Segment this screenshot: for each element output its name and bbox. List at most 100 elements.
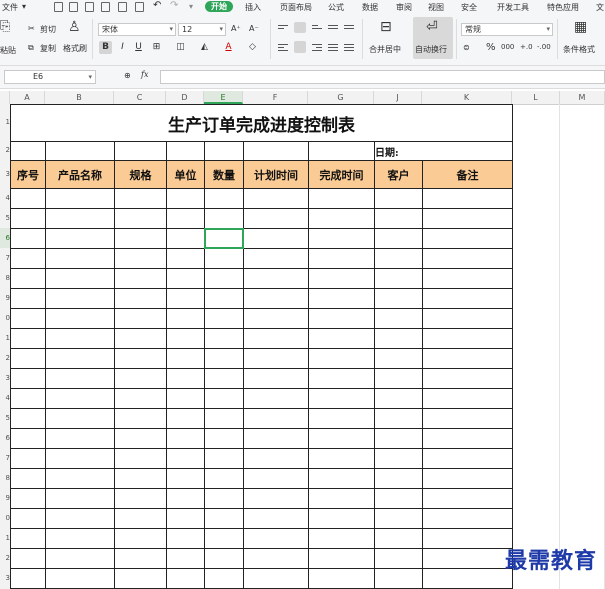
table-cell[interactable]: [114, 288, 167, 309]
table-cell[interactable]: [308, 188, 375, 209]
table-cell[interactable]: [374, 408, 423, 429]
table-cell[interactable]: [243, 228, 309, 249]
tab-data[interactable]: 数据: [362, 2, 378, 13]
row-header[interactable]: 4: [0, 188, 10, 208]
date-label[interactable]: 日期:: [374, 141, 513, 161]
table-cell[interactable]: [243, 548, 309, 569]
table-cell[interactable]: [114, 468, 167, 489]
table-cell[interactable]: [422, 208, 513, 229]
table-cell[interactable]: [45, 248, 115, 269]
table-cell[interactable]: [45, 368, 115, 389]
row-header[interactable]: 9: [0, 288, 10, 308]
table-cell[interactable]: [114, 568, 167, 589]
table-cell[interactable]: [166, 548, 205, 569]
column-header[interactable]: B: [45, 91, 114, 104]
font-size-select[interactable]: 12 ▾: [178, 23, 226, 36]
align-center-icon[interactable]: [294, 41, 306, 53]
align-top-icon[interactable]: [278, 25, 288, 33]
table-cell[interactable]: [45, 141, 115, 161]
format-painter-button[interactable]: 格式刷: [63, 43, 87, 54]
table-cell[interactable]: [114, 488, 167, 509]
table-cell[interactable]: [204, 328, 244, 349]
table-cell[interactable]: [10, 308, 46, 329]
table-cell[interactable]: [422, 368, 513, 389]
table-cell[interactable]: [114, 368, 167, 389]
table-cell[interactable]: [10, 348, 46, 369]
tab-view[interactable]: 视图: [428, 2, 444, 13]
table-cell[interactable]: [10, 468, 46, 489]
column-header[interactable]: A: [10, 91, 45, 104]
table-cell[interactable]: [45, 408, 115, 429]
table-cell[interactable]: [243, 248, 309, 269]
table-cell[interactable]: [308, 548, 375, 569]
row-header[interactable]: 9: [0, 488, 10, 508]
row-header[interactable]: 2: [0, 548, 10, 568]
table-cell[interactable]: [114, 268, 167, 289]
table-cell[interactable]: [114, 348, 167, 369]
cut-button[interactable]: 剪切: [40, 24, 56, 35]
row-header[interactable]: 3: [0, 368, 10, 388]
table-cell[interactable]: [308, 508, 375, 529]
fx-button[interactable]: fx: [141, 70, 148, 79]
tab-developer[interactable]: 开发工具: [497, 2, 529, 13]
quick-access-chevron-icon[interactable]: ▾: [189, 2, 193, 11]
table-cell[interactable]: [204, 528, 244, 549]
table-cell[interactable]: [45, 268, 115, 289]
table-cell[interactable]: [204, 268, 244, 289]
table-cell[interactable]: [204, 428, 244, 449]
table-cell[interactable]: [204, 408, 244, 429]
select-all-corner[interactable]: [0, 91, 10, 104]
table-cell[interactable]: [243, 348, 309, 369]
row-header[interactable]: 0: [0, 308, 10, 328]
table-cell[interactable]: [374, 488, 423, 509]
table-cell[interactable]: [243, 268, 309, 289]
conditional-format-icon[interactable]: ▦: [574, 19, 587, 35]
table-cell[interactable]: [308, 528, 375, 549]
table-cell[interactable]: [114, 528, 167, 549]
merge-center-button[interactable]: 合并居中: [369, 44, 401, 55]
table-cell[interactable]: [114, 448, 167, 469]
row-header-selected[interactable]: 6: [0, 228, 10, 248]
table-cell[interactable]: [10, 328, 46, 349]
table-cell[interactable]: [308, 388, 375, 409]
table-cell[interactable]: [243, 308, 309, 329]
new-file-icon[interactable]: [54, 2, 63, 12]
selected-cell-e6[interactable]: [204, 228, 244, 249]
wrap-text-button[interactable]: ⏎ 自动换行: [413, 17, 453, 59]
table-cell[interactable]: [374, 308, 423, 329]
table-cell[interactable]: [308, 208, 375, 229]
table-cell[interactable]: [10, 428, 46, 449]
table-cell[interactable]: [45, 348, 115, 369]
print-icon[interactable]: [118, 2, 127, 12]
header-completion-time[interactable]: 完成时间: [308, 160, 375, 189]
table-cell[interactable]: [166, 388, 205, 409]
table-cell[interactable]: [422, 228, 513, 249]
table-cell[interactable]: [10, 408, 46, 429]
row-header[interactable]: 8: [0, 468, 10, 488]
table-cell[interactable]: [10, 508, 46, 529]
name-box[interactable]: E6 ▾: [4, 70, 96, 84]
percent-button[interactable]: %: [486, 42, 496, 53]
table-cell[interactable]: [422, 528, 513, 549]
table-cell[interactable]: [10, 388, 46, 409]
table-cell[interactable]: [166, 328, 205, 349]
row-header[interactable]: 1: [0, 528, 10, 548]
table-cell[interactable]: [45, 308, 115, 329]
row-header[interactable]: 2: [0, 141, 10, 160]
tab-formulas[interactable]: 公式: [328, 2, 344, 13]
table-cell[interactable]: [422, 448, 513, 469]
paste-button[interactable]: 粘贴: [0, 45, 16, 56]
table-cell[interactable]: [374, 428, 423, 449]
table-cell[interactable]: [45, 528, 115, 549]
row-header[interactable]: 3: [0, 568, 10, 588]
table-cell[interactable]: [166, 208, 205, 229]
table-cell[interactable]: [204, 488, 244, 509]
table-cell[interactable]: [166, 188, 205, 209]
table-cell[interactable]: [308, 448, 375, 469]
table-cell[interactable]: [204, 141, 244, 161]
row-header[interactable]: 2: [0, 348, 10, 368]
table-cell[interactable]: [422, 428, 513, 449]
table-cell[interactable]: [422, 188, 513, 209]
table-cell[interactable]: [308, 428, 375, 449]
number-format-select[interactable]: 常规 ▾: [461, 23, 553, 36]
